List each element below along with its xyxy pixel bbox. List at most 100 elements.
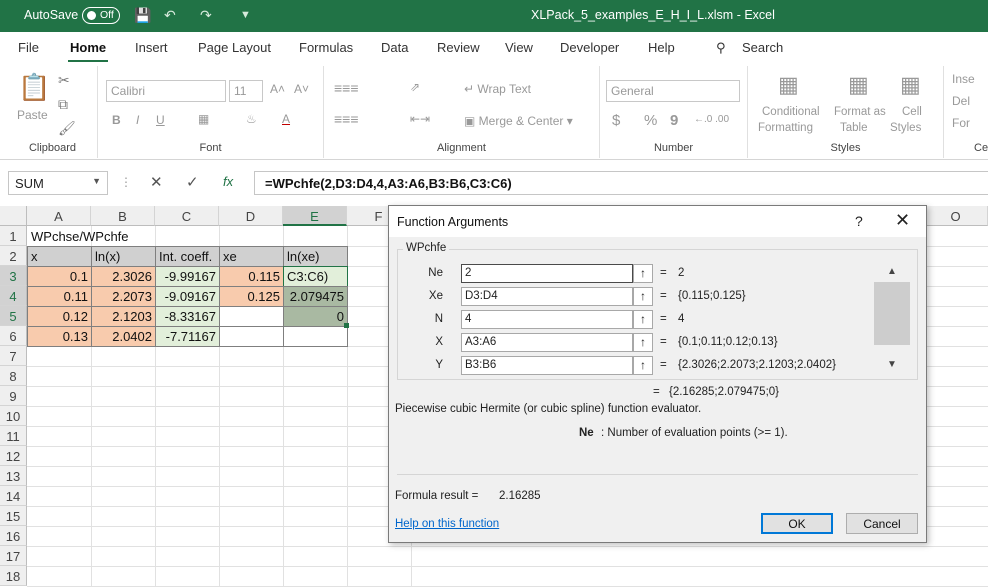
header-lnxe[interactable]: ln(xe) — [283, 246, 348, 267]
tab-file[interactable]: File — [18, 40, 39, 55]
cell-e3-editing[interactable]: C3:C6) — [283, 266, 348, 287]
tab-view[interactable]: View — [505, 40, 533, 55]
wrap-text-button[interactable]: ↵ Wrap Text — [464, 82, 531, 96]
help-on-function-link[interactable]: Help on this function — [395, 518, 499, 530]
row-header[interactable]: 9 — [0, 386, 27, 406]
row-header[interactable]: 10 — [0, 406, 27, 426]
format-cells-button[interactable]: For — [952, 116, 970, 130]
row-header[interactable]: 5 — [0, 306, 27, 326]
number-format-box[interactable]: General — [606, 80, 740, 102]
tab-page-layout[interactable]: Page Layout — [198, 40, 271, 55]
search-label[interactable]: Search — [742, 40, 783, 55]
collapse-dialog-icon[interactable]: ↑ — [633, 333, 653, 352]
italic-button[interactable]: I — [136, 113, 139, 127]
tab-developer[interactable]: Developer — [560, 40, 619, 55]
format-as-table-icon[interactable]: ▦ — [848, 72, 869, 98]
cell-e4[interactable]: 2.079475 — [283, 286, 348, 307]
conditional-formatting-label[interactable]: Conditional — [762, 106, 820, 118]
col-header-d[interactable]: D — [219, 206, 283, 226]
insert-cells-button[interactable]: Inse — [952, 72, 975, 86]
arg-input[interactable]: A3:A6 — [461, 333, 633, 352]
cell-styles-label2[interactable]: Styles — [890, 122, 921, 134]
tab-review[interactable]: Review — [437, 40, 480, 55]
close-icon[interactable]: ✕ — [895, 210, 910, 231]
font-name-box[interactable]: Calibri — [106, 80, 226, 102]
arguments-scrollbar[interactable]: ▲ ▼ — [872, 264, 912, 373]
autosave-toggle[interactable]: Off — [82, 7, 120, 24]
delete-cells-button[interactable]: Del — [952, 94, 970, 108]
fill-handle[interactable] — [344, 323, 349, 328]
scroll-thumb[interactable] — [874, 282, 910, 345]
grow-font-icon[interactable]: A˄ — [270, 82, 285, 96]
comma-button[interactable]: 9 — [670, 112, 678, 129]
row-header[interactable]: 3 — [0, 266, 27, 286]
formula-input[interactable]: =WPchfe(2,D3:D4,4,A3:A6,B3:B6,C3:C6) — [254, 171, 988, 195]
insert-function-icon[interactable]: fx — [223, 174, 233, 189]
header-xe[interactable]: xe — [219, 246, 284, 267]
row-header[interactable]: 12 — [0, 446, 27, 466]
cell-b5[interactable]: 2.1203 — [91, 306, 156, 327]
col-header-c[interactable]: C — [155, 206, 219, 226]
header-x[interactable]: x — [27, 246, 92, 267]
merge-center-button[interactable]: ▣ Merge & Center ▾ — [464, 114, 573, 128]
cell-b6[interactable]: 2.0402 — [91, 326, 156, 347]
font-size-box[interactable]: 11 — [229, 80, 263, 102]
borders-icon[interactable]: ▦ — [198, 112, 209, 126]
arg-input[interactable]: D3:D4 — [461, 287, 633, 306]
cell-e5[interactable]: 0 — [283, 306, 348, 327]
select-all-corner[interactable] — [0, 206, 27, 226]
help-icon[interactable]: ? — [855, 213, 863, 229]
row-header[interactable]: 4 — [0, 286, 27, 306]
customize-qat-icon[interactable]: ▼ — [240, 9, 251, 21]
cell-e6[interactable] — [283, 326, 348, 347]
conditional-formatting-label2[interactable]: Formatting — [758, 122, 813, 134]
indent-icon[interactable]: ⇤⇥ — [410, 112, 430, 126]
tab-formulas[interactable]: Formulas — [299, 40, 353, 55]
col-header-e[interactable]: E — [283, 206, 347, 226]
undo-icon[interactable]: ↶ — [164, 7, 176, 24]
title-cell[interactable]: WPchse/WPchfe — [28, 227, 156, 247]
row-header[interactable]: 14 — [0, 486, 27, 506]
ok-button[interactable]: OK — [761, 513, 833, 534]
scroll-up-icon[interactable]: ▲ — [872, 266, 912, 277]
confirm-entry-icon[interactable]: ✓ — [186, 173, 199, 191]
format-as-table-label[interactable]: Format as — [834, 106, 886, 118]
header-lnx[interactable]: ln(x) — [91, 246, 156, 267]
currency-button[interactable]: $ — [612, 112, 620, 129]
format-as-table-label2[interactable]: Table — [840, 122, 868, 134]
col-header-o[interactable]: O — [924, 206, 988, 226]
cell-d5[interactable] — [219, 306, 284, 327]
tab-insert[interactable]: Insert — [135, 40, 168, 55]
align-top-icon[interactable]: ≡≡≡ — [334, 80, 359, 96]
row-header[interactable]: 13 — [0, 466, 27, 486]
cell-a3[interactable]: 0.1 — [27, 266, 92, 287]
copy-icon[interactable]: ⧉ — [58, 96, 68, 113]
cell-styles-icon[interactable]: ▦ — [900, 72, 921, 98]
cell-c5[interactable]: -8.33167 — [155, 306, 220, 327]
row-header[interactable]: 17 — [0, 546, 27, 566]
cell-b4[interactable]: 2.2073 — [91, 286, 156, 307]
cancel-button[interactable]: Cancel — [846, 513, 918, 534]
bold-button[interactable]: B — [112, 113, 121, 127]
conditional-formatting-icon[interactable]: ▦ — [778, 72, 799, 98]
arg-input[interactable]: 2 — [461, 264, 633, 283]
cell-styles-label[interactable]: Cell — [902, 106, 922, 118]
orientation-icon[interactable]: ⇗ — [410, 80, 420, 94]
row-header[interactable]: 6 — [0, 326, 27, 346]
search-icon[interactable]: ⚲ — [716, 40, 726, 56]
cell-d6[interactable] — [219, 326, 284, 347]
percent-button[interactable]: % — [644, 112, 657, 129]
cut-icon[interactable]: ✂ — [58, 72, 70, 89]
cell-c3[interactable]: -9.99167 — [155, 266, 220, 287]
save-icon[interactable]: 💾 — [134, 7, 151, 24]
font-color-icon[interactable]: A — [282, 112, 290, 126]
name-box[interactable]: SUM ▼ — [8, 171, 108, 195]
collapse-dialog-icon[interactable]: ↑ — [633, 264, 653, 283]
row-header[interactable]: 16 — [0, 526, 27, 546]
cell-a4[interactable]: 0.11 — [27, 286, 92, 307]
fill-color-icon[interactable]: ♨ — [246, 112, 257, 126]
col-header-b[interactable]: B — [91, 206, 155, 226]
col-header-a[interactable]: A — [27, 206, 91, 226]
paste-button[interactable]: Paste — [17, 108, 48, 122]
shrink-font-icon[interactable]: A˅ — [294, 82, 309, 96]
